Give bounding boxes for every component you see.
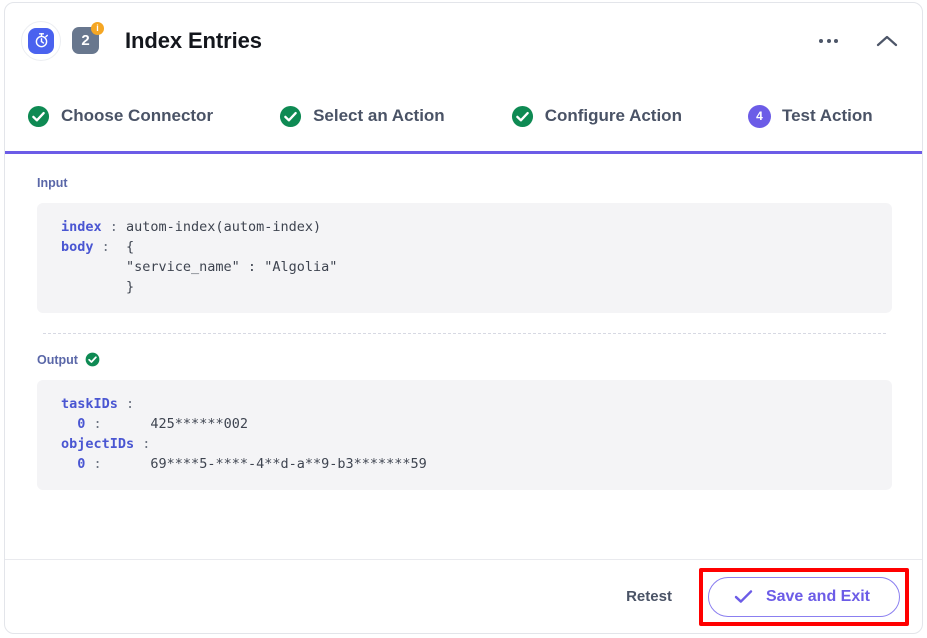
code-value: "service_name" : "Algolia"	[61, 259, 338, 275]
step-label: Configure Action	[544, 106, 682, 125]
code-key: objectIDs	[61, 436, 135, 452]
section-divider	[43, 333, 886, 334]
code-separator: :	[117, 396, 135, 412]
page-title: Index Entries	[125, 27, 262, 53]
stepper-active-underline	[5, 151, 922, 154]
card-body: Input index : autom-index(autom-index) b…	[5, 154, 922, 490]
ellipsis-icon[interactable]	[815, 31, 842, 51]
step-number-badge: 4	[747, 104, 771, 128]
save-and-exit-wrapper: Save and Exit	[698, 567, 909, 626]
chevron-up-icon[interactable]	[870, 30, 904, 52]
card-footer: Retest Save and Exit	[5, 559, 922, 633]
code-value: 425******002	[150, 416, 248, 432]
output-code-block: taskIDs : 0 : 425******002 objectIDs : 0…	[37, 380, 892, 490]
card-header: 2 i Index Entries	[5, 3, 922, 78]
code-key: taskIDs	[61, 396, 118, 412]
check-circle-icon	[279, 105, 302, 128]
code-key: body	[61, 239, 94, 255]
code-value: 69****5-****-4**d-a**9-b3*******59	[150, 456, 427, 472]
save-and-exit-button[interactable]: Save and Exit	[707, 576, 900, 617]
retest-button[interactable]: Retest	[612, 578, 686, 615]
step-test-action[interactable]: 4 Test Action	[747, 104, 873, 128]
save-and-exit-label: Save and Exit	[765, 587, 870, 605]
step-choose-connector[interactable]: Choose Connector	[27, 105, 213, 128]
header-actions	[815, 30, 904, 52]
info-dot-icon: i	[91, 22, 104, 35]
code-key: index	[61, 219, 102, 235]
output-label-text: Output	[37, 352, 78, 367]
code-separator: :	[101, 219, 127, 235]
check-icon	[734, 589, 753, 604]
check-circle-icon	[511, 105, 534, 128]
step-label: Choose Connector	[61, 106, 214, 125]
step-label: Select an Action	[313, 106, 445, 125]
code-separator: :	[134, 436, 151, 452]
code-key: 0	[61, 416, 86, 432]
step-configure-action[interactable]: Configure Action	[511, 105, 682, 128]
code-separator: :	[85, 416, 151, 432]
code-value: {	[126, 239, 135, 255]
code-key: 0	[61, 456, 86, 472]
code-value: autom-index(autom-index)	[126, 219, 322, 235]
check-circle-icon	[27, 105, 50, 128]
input-section-label: Input	[37, 176, 892, 190]
wizard-stepper: Choose Connector Select an Action Config…	[5, 78, 922, 154]
output-section-label: Output	[37, 352, 892, 367]
step-select-an-action[interactable]: Select an Action	[279, 105, 445, 128]
input-label-text: Input	[37, 176, 68, 190]
step-count-badge: 2 i	[72, 22, 104, 54]
index-entries-card: 2 i Index Entries Choose Connector Selec…	[4, 2, 923, 634]
input-code-block: index : autom-index(autom-index) body : …	[37, 203, 892, 313]
code-separator: :	[93, 239, 127, 255]
code-separator: :	[85, 456, 151, 472]
code-value: }	[61, 279, 135, 295]
step-label: Test Action	[781, 106, 873, 125]
stopwatch-icon	[21, 20, 61, 61]
check-circle-icon	[85, 352, 100, 367]
